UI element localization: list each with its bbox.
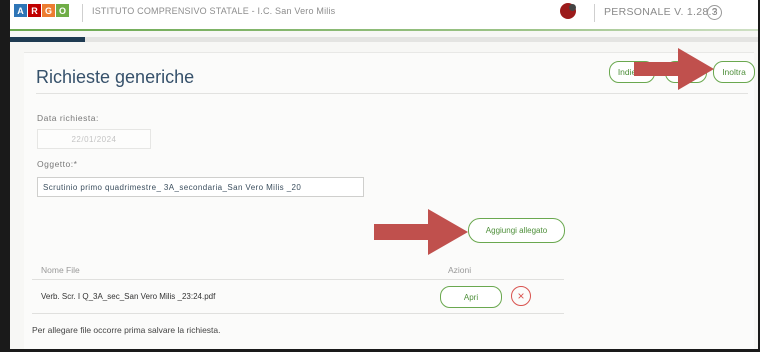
progress-bar <box>10 37 758 42</box>
annotation-arrow-icon <box>374 209 468 255</box>
school-name: ISTITUTO COMPRENSIVO STATALE - I.C. San … <box>92 6 336 16</box>
attachment-filename: Verb. Scr. I Q_3A_sec_San Vero Milis _23… <box>41 292 216 301</box>
logo-letter: R <box>28 4 41 17</box>
header-separator <box>594 4 595 22</box>
header-separator <box>82 4 83 22</box>
logo-letter: A <box>14 4 27 17</box>
argo-logo[interactable]: A R G O <box>14 4 70 17</box>
subject-field[interactable]: Scrutinio primo quadrimestre_ 3A_seconda… <box>37 177 364 197</box>
user-icon[interactable] <box>560 3 576 19</box>
help-icon[interactable]: ? <box>707 5 722 20</box>
forward-button[interactable]: Inoltra <box>713 61 755 83</box>
logo-letter: G <box>42 4 55 17</box>
app-screen: A R G O ISTITUTO COMPRENSIVO STATALE - I… <box>10 0 758 349</box>
request-card: Richieste generiche Indietro Salva Inolt… <box>24 52 755 349</box>
attachments-table-header: Nome File Azioni <box>32 261 564 280</box>
page-title: Richieste generiche <box>36 67 195 87</box>
date-label: Data richiesta: <box>37 113 99 123</box>
app-version: PERSONALE V. 1.28.3 <box>604 6 718 18</box>
annotation-arrow-icon <box>634 48 714 90</box>
table-row: Verb. Scr. I Q_3A_sec_San Vero Milis _23… <box>32 279 564 314</box>
add-attachment-button[interactable]: Aggiungi allegato <box>468 218 565 243</box>
subject-label: Oggetto:* <box>37 159 78 169</box>
top-bar: A R G O ISTITUTO COMPRENSIVO STATALE - I… <box>10 0 758 30</box>
open-button[interactable]: Apri <box>440 286 502 308</box>
delete-icon[interactable]: × <box>511 286 531 306</box>
date-field: 22/01/2024 <box>37 129 151 149</box>
logo-letter: O <box>56 4 69 17</box>
column-header-actions: Azioni <box>448 265 472 275</box>
attachment-note: Per allegare file occorre prima salvare … <box>32 325 221 335</box>
column-header-filename: Nome File <box>41 265 80 275</box>
progress-fill <box>10 37 85 42</box>
header-accent-line <box>10 29 758 31</box>
